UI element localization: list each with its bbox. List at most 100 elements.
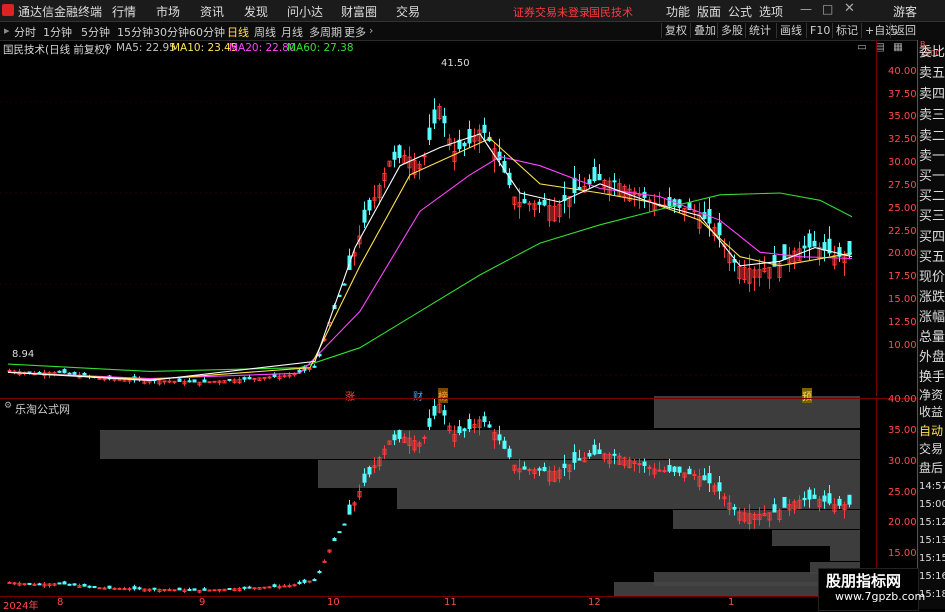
panel-sell4[interactable]: 卖四 [919, 84, 945, 106]
btn-f10[interactable]: F10 [806, 23, 833, 38]
maximize-icon[interactable]: □ [822, 2, 833, 16]
menu-zixun[interactable]: 资讯 [200, 3, 224, 20]
period-60min[interactable]: 60分钟 [189, 24, 225, 40]
menu-banmian[interactable]: 版面 [697, 3, 721, 20]
tick-time: 15:15 [919, 553, 945, 564]
menu-jiaoyi[interactable]: 交易 [396, 3, 420, 20]
menu-gongshi[interactable]: 公式 [728, 3, 752, 20]
panel-price[interactable]: 现价 [919, 267, 945, 289]
btn-tongji[interactable]: 统计 [745, 23, 774, 38]
sub-candle-body [192, 588, 197, 591]
panel-change-pct[interactable]: 涨幅 [919, 307, 945, 329]
sub-candle-body [422, 436, 427, 439]
marker-zhang[interactable]: 涨 [345, 388, 355, 403]
sub-candle-body [462, 428, 467, 432]
period-5min[interactable]: 5分钟 [81, 24, 110, 40]
sub-candle-body [702, 475, 707, 481]
sub-candle-body [827, 493, 832, 504]
panel-trade[interactable]: 交易 [919, 441, 943, 457]
btn-duogu[interactable]: 多股 [717, 23, 746, 38]
candle-body [392, 151, 397, 160]
marker-yu[interactable]: 预 [802, 388, 812, 403]
panel-buy2[interactable]: 买二 [919, 186, 945, 208]
marker-cai[interactable]: 财 [413, 388, 423, 403]
sub-candle-body [392, 434, 397, 441]
panel-change[interactable]: 涨跌 [919, 287, 945, 309]
login-status[interactable]: 证券交易未登录 [513, 4, 590, 20]
sub-candle-body [467, 419, 472, 430]
sub-candle-body [782, 496, 787, 508]
more-arrow-icon[interactable]: › [369, 24, 373, 37]
period-monthly[interactable]: 月线 [281, 24, 303, 40]
sub-candle-body [307, 580, 312, 583]
candle-body [432, 109, 437, 124]
period-toolbar: ▸ 分时 1分钟 5分钟 15分钟 30分钟 60分钟 日线 周线 月线 多周期… [0, 22, 945, 41]
btn-huaxian[interactable]: 画线 [776, 23, 805, 38]
menu-wenxiaoda[interactable]: 问小达 [287, 3, 323, 20]
candle-body [442, 115, 447, 124]
menu-caifuquan[interactable]: 财富圈 [341, 3, 377, 20]
period-fenshi[interactable]: 分时 [14, 24, 36, 40]
date-label: 2024年 [3, 601, 39, 612]
menu-gongneng[interactable]: 功能 [666, 3, 690, 20]
period-more[interactable]: 更多 [344, 24, 366, 40]
profile-box [654, 396, 860, 428]
tick-time: 14:57 [919, 481, 945, 492]
menu-faxian[interactable]: 发现 [244, 3, 268, 20]
period-daily[interactable]: 日线 [227, 24, 249, 40]
btn-diejia[interactable]: 叠加 [690, 23, 719, 38]
sub-candle-body [62, 581, 67, 585]
menu-hangqing[interactable]: 行情 [112, 3, 136, 20]
marker-bang[interactable]: 榜 [438, 388, 448, 403]
panel-auto[interactable]: 自动 [919, 423, 943, 439]
sub-chart-title: 乐淘公式网 [15, 403, 70, 416]
panel-buy1[interactable]: 买一 [919, 166, 945, 188]
period-1min[interactable]: 1分钟 [43, 24, 72, 40]
candle-body [7, 369, 12, 372]
panel-sell2[interactable]: 卖二 [919, 126, 945, 148]
candle-body [587, 179, 592, 184]
panel-volume[interactable]: 总量 [919, 327, 945, 349]
btn-fanhui[interactable]: 返回 [890, 23, 919, 38]
sub-candle-body [67, 583, 72, 586]
btn-fuquan[interactable]: 复权 [661, 23, 690, 38]
sub-candle-body [527, 468, 532, 471]
panel-sell3[interactable]: 卖三 [919, 105, 945, 127]
sub-candle-body [707, 473, 712, 484]
sub-candle-body [167, 589, 172, 592]
panel-sell5[interactable]: 卖五 [919, 63, 945, 85]
sub-candle-body [612, 453, 617, 456]
panel-weibi[interactable]: 委比 [919, 42, 945, 64]
panel-eps[interactable]: 收益 [919, 401, 943, 423]
date-label: 8 [57, 597, 64, 608]
panel-buy3[interactable]: 买三 [919, 206, 945, 228]
pane-divider[interactable] [0, 398, 917, 399]
minimize-icon[interactable]: — [800, 2, 812, 16]
period-weekly[interactable]: 周线 [254, 24, 276, 40]
close-icon[interactable]: ✕ [844, 1, 855, 16]
menu-shichang[interactable]: 市场 [156, 3, 180, 20]
menu-xuanxiang[interactable]: 选项 [759, 3, 783, 20]
period-30min[interactable]: 30分钟 [153, 24, 189, 40]
period-multi[interactable]: 多周期 [309, 24, 342, 40]
period-15min[interactable]: 15分钟 [117, 24, 153, 40]
sub-candle-body [847, 494, 852, 505]
candle-body [397, 145, 402, 158]
sub-candle-body [247, 586, 252, 589]
sub-settings-icon[interactable]: ⚙ [4, 401, 12, 411]
kline-chart[interactable] [0, 40, 917, 609]
btn-biaoji[interactable]: 标记 [832, 23, 861, 38]
date-label: 11 [444, 597, 457, 608]
panel-sell1[interactable]: 卖一 [919, 146, 945, 168]
panel-buy5[interactable]: 买五 [919, 247, 945, 269]
guest-label[interactable]: 游客 [893, 3, 917, 20]
sub-candle-body [262, 586, 267, 589]
candle-body [67, 372, 72, 375]
panel-outer[interactable]: 外盘 [919, 347, 945, 369]
sub-candle-body [432, 405, 437, 416]
sub-candle-body [657, 469, 662, 472]
panel-afterhours[interactable]: 盘后 [919, 460, 943, 476]
candle-body [822, 242, 827, 251]
candle-body [117, 378, 122, 381]
panel-buy4[interactable]: 买四 [919, 227, 945, 249]
